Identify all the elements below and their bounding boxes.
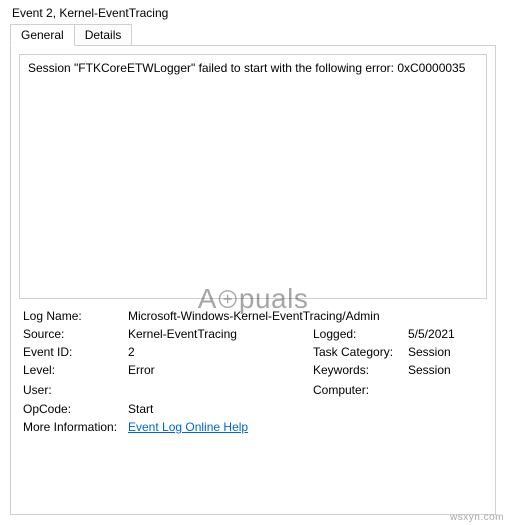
event-help-link[interactable]: Event Log Online Help — [128, 420, 248, 434]
event-message-text: Session "FTKCoreETWLogger" failed to sta… — [28, 61, 465, 75]
label-log-name: Log Name: — [23, 309, 128, 323]
window-title: Event 2, Kernel-EventTracing — [10, 6, 496, 24]
value-level: Error — [128, 363, 313, 377]
label-task-category: Task Category: — [313, 345, 408, 359]
value-keywords: Session — [408, 363, 483, 377]
value-computer — [408, 381, 483, 398]
value-event-id: 2 — [128, 345, 313, 359]
label-opcode: OpCode: — [23, 402, 128, 416]
tab-page-general: Session "FTKCoreETWLogger" failed to sta… — [10, 45, 496, 515]
label-source: Source: — [23, 327, 128, 341]
redacted-computer — [408, 381, 483, 395]
redacted-user — [128, 381, 313, 395]
value-source: Kernel-EventTracing — [128, 327, 313, 341]
label-computer: Computer: — [313, 383, 408, 397]
tab-strip: General Details — [10, 24, 496, 46]
tab-details[interactable]: Details — [75, 24, 133, 46]
event-properties-window: Event 2, Kernel-EventTracing General Det… — [0, 0, 506, 525]
event-message-box[interactable]: Session "FTKCoreETWLogger" failed to sta… — [19, 54, 487, 299]
label-event-id: Event ID: — [23, 345, 128, 359]
value-task-category: Session — [408, 345, 483, 359]
value-logged: 5/5/2021 — [408, 327, 483, 341]
value-user — [128, 381, 313, 398]
label-level: Level: — [23, 363, 128, 377]
tab-general[interactable]: General — [10, 24, 75, 46]
tab-details-label: Details — [85, 28, 122, 42]
label-user: User: — [23, 383, 128, 397]
corner-credit: wsxyn.com — [450, 512, 504, 523]
value-more-info: Event Log Online Help — [128, 420, 483, 434]
value-log-name: Microsoft-Windows-Kernel-EventTracing/Ad… — [128, 309, 483, 323]
value-opcode: Start — [128, 402, 483, 416]
label-keywords: Keywords: — [313, 363, 408, 377]
event-detail-grid: Log Name: Microsoft-Windows-Kernel-Event… — [19, 307, 487, 434]
label-logged: Logged: — [313, 327, 408, 341]
label-more-info: More Information: — [23, 420, 128, 434]
tab-general-label: General — [21, 28, 64, 42]
